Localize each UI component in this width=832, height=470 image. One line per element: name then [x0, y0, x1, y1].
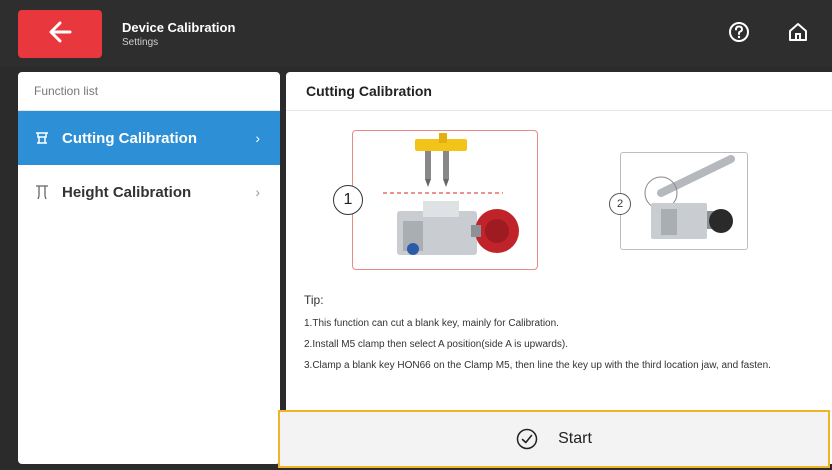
- home-button[interactable]: [786, 22, 810, 46]
- top-bar: Device Calibration Settings: [0, 0, 832, 66]
- cutter-icon: [34, 130, 50, 146]
- tip-line: 2.Install M5 clamp then select A positio…: [304, 339, 569, 350]
- section-title: Cutting Calibration: [286, 72, 832, 111]
- tips-section: Tip: 1.This function can cut a blank key…: [304, 290, 814, 376]
- sidebar-item-label: Cutting Calibration: [62, 129, 197, 147]
- function-list-header: Function list: [18, 72, 280, 111]
- sidebar-item-cutting-calibration[interactable]: Cutting Calibration ›: [18, 111, 280, 165]
- help-button[interactable]: [727, 21, 751, 48]
- start-button[interactable]: Start: [278, 410, 830, 468]
- calibration-diagram-step2: 2: [609, 152, 748, 250]
- back-button[interactable]: [18, 10, 102, 58]
- height-icon: [34, 184, 50, 200]
- step-number-badge: 1: [333, 185, 363, 215]
- chevron-right-icon: ›: [255, 130, 260, 146]
- clamp-key-illustration-icon: [644, 155, 735, 239]
- step-number-badge: 2: [609, 193, 631, 215]
- page-subtitle: Settings: [122, 37, 159, 48]
- arrow-left-icon: [48, 21, 72, 48]
- check-circle-icon: [516, 428, 538, 450]
- title-block: Device Calibration Settings: [122, 20, 235, 50]
- chevron-right-icon: ›: [255, 184, 260, 200]
- tip-line: 1.This function can cut a blank key, mai…: [304, 318, 559, 329]
- start-button-label: Start: [558, 430, 592, 447]
- home-icon: [787, 21, 809, 48]
- sidebar-item-label: Height Calibration: [62, 183, 192, 201]
- page-title: Device Calibration: [122, 20, 236, 35]
- help-icon: [728, 21, 750, 48]
- tip-line: 3.Clamp a blank key HON66 on the Clamp M…: [304, 360, 771, 371]
- tip-label: Tip:: [304, 293, 324, 307]
- function-list-panel: Function list Cutting Calibration › Heig…: [18, 72, 280, 464]
- main-panel: Cutting Calibration 1 2 Tip: 1.This func…: [286, 72, 832, 464]
- calibration-diagram-step1: 1: [333, 130, 538, 270]
- clamp-illustration-icon: [383, 133, 519, 255]
- sidebar-item-height-calibration[interactable]: Height Calibration ›: [18, 165, 280, 219]
